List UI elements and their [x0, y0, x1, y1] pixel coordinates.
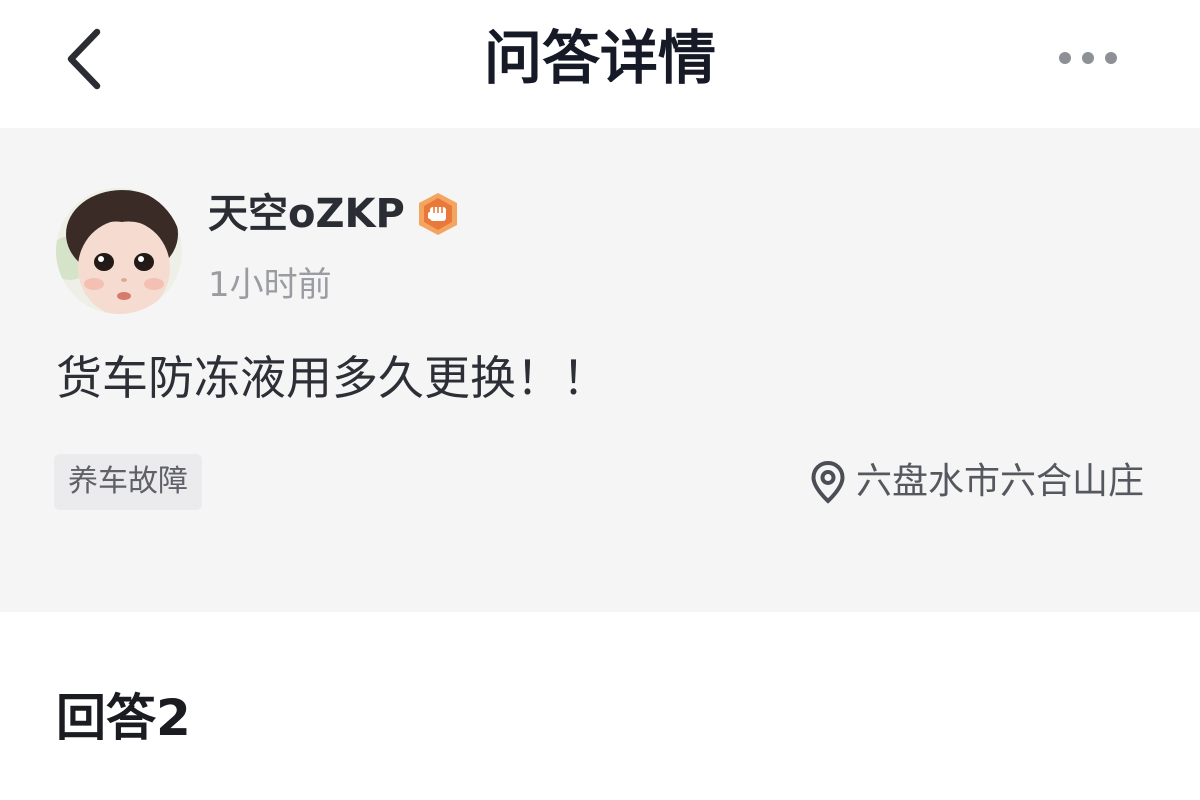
author-row: 天空oZKP — [208, 186, 461, 242]
question-detail-page: 问答详情 天空oZKP 1小时前 货车防冻液用多久更换！！ 养车故障 六盘水市六… — [0, 0, 1200, 800]
map-pin-icon — [810, 460, 846, 504]
avatar[interactable] — [56, 188, 182, 314]
child-portrait-avatar — [56, 188, 182, 314]
top-nav-bar: 问答详情 — [0, 0, 1200, 128]
post-time: 1小时前 — [208, 265, 332, 305]
topic-tag[interactable]: 养车故障 — [54, 454, 202, 510]
question-text: 货车防冻液用多久更换！！ — [56, 351, 608, 405]
location[interactable]: 六盘水市六合山庄 — [810, 454, 1144, 510]
answers-heading: 回答2 — [56, 689, 191, 747]
page-title: 问答详情 — [483, 24, 716, 92]
location-text: 六盘水市六合山庄 — [855, 461, 1144, 502]
more-options-button[interactable] — [1052, 36, 1124, 80]
fist-badge-icon — [415, 191, 461, 237]
more-horizontal-icon — [1059, 52, 1117, 64]
author-name[interactable]: 天空oZKP — [208, 186, 405, 242]
question-card: 天空oZKP 1小时前 货车防冻液用多久更换！！ 养车故障 六盘水市六合山庄 — [0, 128, 1200, 612]
